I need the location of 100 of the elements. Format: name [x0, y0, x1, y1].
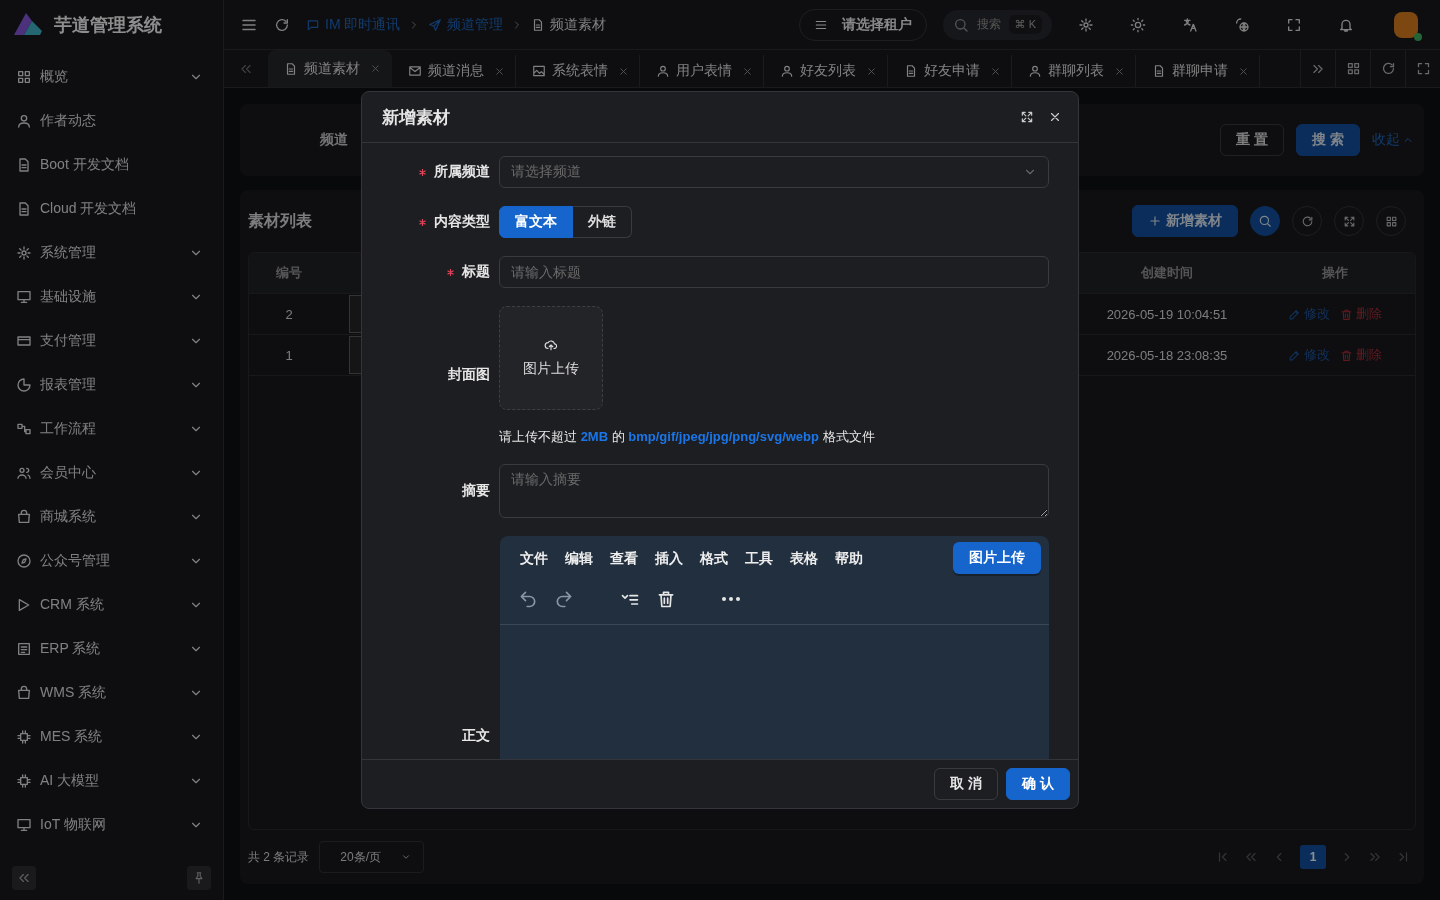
chip-icon	[16, 729, 32, 745]
sidebar-item[interactable]: Cloud 开发文档	[0, 187, 223, 231]
sidebar-item[interactable]: 工作流程	[0, 407, 223, 451]
sidebar-item[interactable]: CRM 系统	[0, 583, 223, 627]
redo-icon[interactable]	[554, 589, 574, 609]
total-count: 共 2 条记录	[248, 848, 310, 866]
globe-icon[interactable]	[1234, 16, 1250, 33]
channel-select[interactable]: 请选择频道	[499, 156, 1049, 188]
app-title: 芋道管理系统	[54, 14, 162, 37]
caret-down-icon	[401, 852, 412, 862]
sidebar-item[interactable]: 概览	[0, 55, 223, 99]
sidebar-item[interactable]: 基础设施	[0, 275, 223, 319]
document-icon	[284, 61, 298, 76]
pie-chart-icon	[16, 377, 32, 393]
editor-menu-item[interactable]: 插入	[655, 550, 683, 568]
sidebar-item[interactable]: 会员中心	[0, 451, 223, 495]
field-label: 内容类型	[434, 213, 490, 231]
undo-icon[interactable]	[518, 589, 538, 609]
bag-icon	[16, 509, 32, 525]
sidebar-item[interactable]: 报表管理	[0, 363, 223, 407]
collapse-sidebar-button[interactable]	[12, 866, 36, 890]
field-label: 封面图	[448, 366, 490, 384]
image-upload-button[interactable]: 图片上传	[953, 542, 1041, 574]
required-mark-icon	[419, 168, 426, 176]
double-chevron-left-icon	[17, 871, 31, 885]
trash-icon	[1340, 307, 1353, 321]
more-icon[interactable]	[722, 597, 740, 601]
translate-icon[interactable]	[1182, 16, 1198, 33]
add-button[interactable]: 新增素材	[1132, 205, 1238, 237]
editor-menu-item[interactable]: 编辑	[565, 550, 593, 568]
monitor-icon	[16, 289, 32, 305]
sidebar-item[interactable]: IoT 物联网	[0, 803, 223, 847]
triangle-icon	[16, 597, 32, 613]
field-label: 正文	[462, 727, 490, 745]
refresh-icon[interactable]	[1380, 61, 1396, 76]
grid-icon[interactable]	[1345, 61, 1361, 76]
reset-button[interactable]: 重 置	[1220, 124, 1285, 156]
radio-button[interactable]: 富文本	[499, 206, 573, 238]
mail-icon	[408, 64, 422, 78]
close-icon[interactable]	[1048, 110, 1062, 124]
fullscreen-icon[interactable]	[1020, 110, 1034, 124]
trash-icon[interactable]	[656, 589, 676, 609]
search-button[interactable]: 搜 索	[1296, 124, 1360, 156]
sidebar-item[interactable]: 系统管理	[0, 231, 223, 275]
page-number[interactable]: 1	[1300, 845, 1326, 869]
list-box-icon	[16, 641, 32, 657]
sidebar-item[interactable]: MES 系统	[0, 715, 223, 759]
editor-menu-item[interactable]: 文件	[520, 550, 548, 568]
tab[interactable]: 好友申请	[888, 55, 1012, 87]
sidebar-item[interactable]: 商城系统	[0, 495, 223, 539]
editor-menu-item[interactable]: 查看	[610, 550, 638, 568]
tab[interactable]: 好友列表	[764, 55, 888, 87]
sun-icon[interactable]	[1130, 16, 1146, 33]
monitor-icon	[16, 817, 32, 833]
fullscreen-icon[interactable]	[1286, 16, 1302, 33]
user-icon	[656, 64, 670, 78]
send-icon	[428, 17, 443, 32]
user-icon	[780, 64, 794, 78]
tab[interactable]: 群聊申请	[1136, 55, 1260, 87]
search-field[interactable]: 搜索 ⌘ K	[942, 9, 1052, 40]
sidebar-item[interactable]: WMS 系统	[0, 671, 223, 715]
image-upload[interactable]: 图片上传	[499, 306, 603, 410]
field-label: 标题	[462, 263, 490, 281]
expand-icon	[1342, 214, 1356, 228]
sidebar-item[interactable]: AI 大模型	[0, 759, 223, 803]
summary-textarea[interactable]: 请输入摘要	[499, 464, 1049, 518]
tab[interactable]: 频道素材	[268, 50, 392, 87]
document-icon	[904, 64, 918, 78]
image-icon	[532, 64, 546, 78]
tab[interactable]: 系统表情	[516, 55, 640, 87]
confirm-button[interactable]: 确 认	[1006, 768, 1070, 800]
radio-button[interactable]: 外链	[573, 206, 632, 238]
sidebar-item[interactable]: 支付管理	[0, 319, 223, 363]
sidebar-item[interactable]: 作者动态	[0, 99, 223, 143]
page-size-select[interactable]: 20条/页	[319, 841, 425, 873]
editor-menu-item[interactable]: 帮助	[835, 550, 863, 568]
breadcrumb-link[interactable]: 频道素材	[531, 15, 607, 34]
user-icon	[16, 113, 32, 129]
tab[interactable]: 频道消息	[392, 55, 516, 87]
sidebar-item[interactable]: 公众号管理	[0, 539, 223, 583]
plus-icon	[1148, 214, 1162, 228]
refresh-icon[interactable]	[274, 16, 290, 33]
sidebar-item[interactable]: Boot 开发文档	[0, 143, 223, 187]
required-mark-icon	[419, 218, 426, 226]
tab[interactable]: 用户表情	[640, 55, 764, 87]
editor-menu-item[interactable]: 表格	[790, 550, 818, 568]
tab[interactable]: 群聊列表	[1012, 55, 1136, 87]
column-header: 编号	[275, 264, 303, 282]
grid-icon	[16, 69, 32, 85]
search-button[interactable]	[1250, 206, 1280, 236]
cancel-button[interactable]: 取 消	[934, 768, 999, 800]
title-input[interactable]: 请输入标题	[499, 256, 1049, 288]
chat-icon	[306, 17, 320, 32]
editor-menu-item[interactable]: 格式	[700, 550, 728, 568]
settings-icon[interactable]	[1078, 16, 1094, 33]
pin-button[interactable]	[187, 866, 211, 890]
search-icon	[952, 16, 969, 33]
upload-hint: 请上传不超过 2MB 的 bmp/gif/jpeg/jpg/png/svg/webp 格式文件	[499, 428, 876, 446]
editor-menu-item[interactable]: 工具	[745, 550, 773, 568]
sidebar-item[interactable]: ERP 系统	[0, 627, 223, 671]
